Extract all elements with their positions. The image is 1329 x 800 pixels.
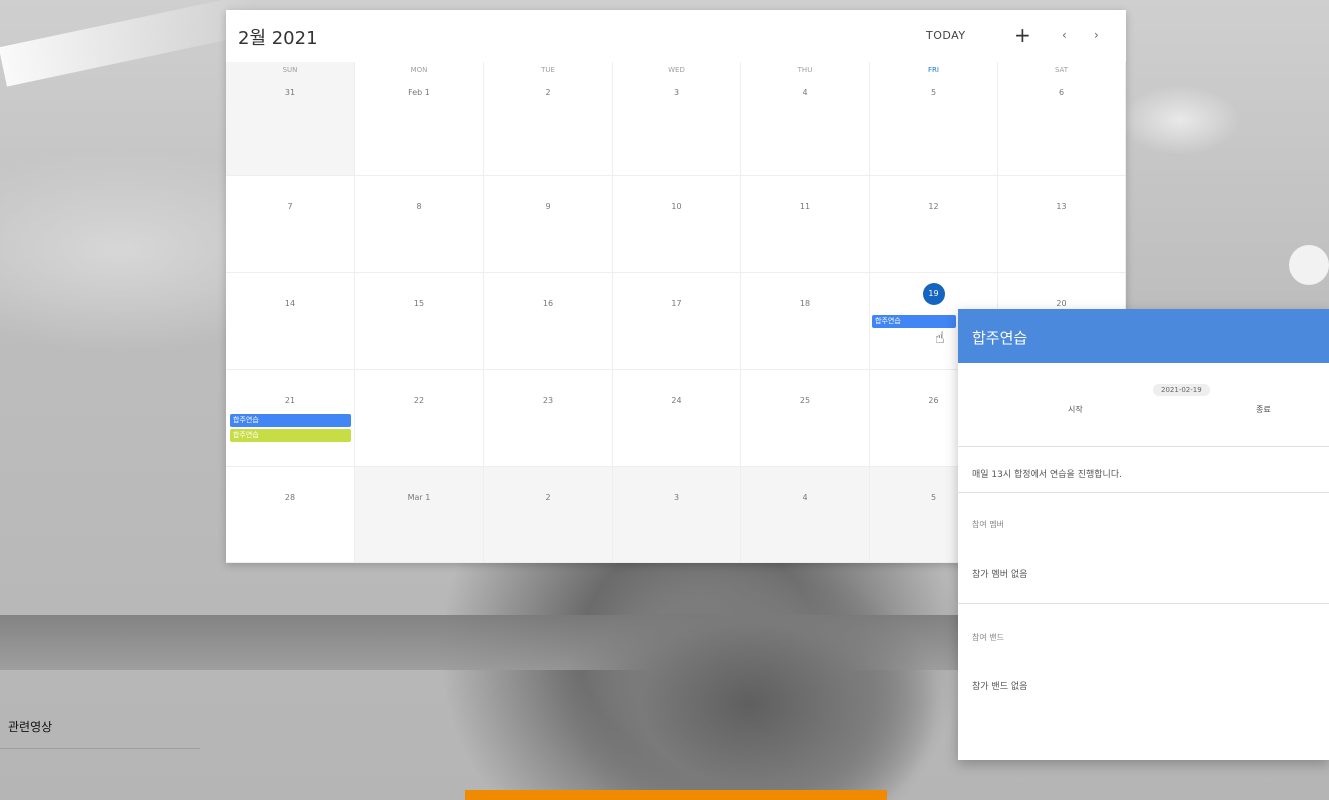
add-event-icon[interactable]: + bbox=[1014, 23, 1031, 47]
day-cell[interactable]: TUE 2 bbox=[484, 62, 613, 176]
bottom-divider bbox=[0, 748, 200, 749]
day-number: 13 bbox=[1056, 202, 1067, 211]
members-empty-text: 참가 멤버 없음 bbox=[972, 570, 1028, 580]
day-cell[interactable]: FRI 5 bbox=[870, 62, 998, 176]
event-description: 매일 13시 합정에서 연습을 진행합니다. bbox=[972, 470, 1122, 480]
bands-section-title: 참여 밴드 bbox=[972, 633, 1004, 642]
day-number: 17 bbox=[671, 299, 682, 308]
event-chip[interactable]: 합주연습 bbox=[230, 429, 351, 442]
day-number: 10 bbox=[671, 202, 682, 211]
day-cell[interactable]: SAT 6 bbox=[998, 62, 1126, 176]
orange-action-bar[interactable] bbox=[465, 790, 887, 800]
event-date-badge: 2021-02-19 bbox=[1153, 384, 1210, 396]
day-cell[interactable]: 18 bbox=[741, 273, 870, 370]
day-cell[interactable]: 17 bbox=[613, 273, 741, 370]
day-cell[interactable]: 9 bbox=[484, 176, 613, 273]
day-cell[interactable]: WED 3 bbox=[613, 62, 741, 176]
day-cell[interactable]: 11 bbox=[741, 176, 870, 273]
day-number: 8 bbox=[416, 202, 422, 211]
day-number: 25 bbox=[799, 396, 811, 405]
day-number: 31 bbox=[284, 88, 296, 97]
event-time-row: 시작 2021-02-19 종료 bbox=[958, 364, 1329, 447]
day-number: 18 bbox=[799, 299, 811, 308]
day-cell[interactable]: 14 bbox=[226, 273, 355, 370]
day-cell[interactable]: 15 bbox=[355, 273, 484, 370]
start-label: 시작 bbox=[1068, 405, 1083, 414]
light-streak bbox=[0, 0, 262, 87]
weekday-label: TUE bbox=[541, 66, 555, 74]
day-number: Mar 1 bbox=[407, 493, 431, 502]
end-label: 종료 bbox=[1256, 405, 1271, 414]
day-cell[interactable]: 16 bbox=[484, 273, 613, 370]
day-cell[interactable]: 7 bbox=[226, 176, 355, 273]
day-number: Feb 1 bbox=[408, 88, 430, 97]
divider bbox=[958, 492, 1329, 493]
day-number: 23 bbox=[542, 396, 554, 405]
event-title: 합주연습 bbox=[972, 329, 1028, 347]
event-detail-popover: 합주연습 시작 2021-02-19 종료 매일 13시 합정에서 연습을 진행… bbox=[958, 309, 1329, 760]
event-chip[interactable]: 합주연습 bbox=[872, 315, 956, 328]
day-cell[interactable]: 10 bbox=[613, 176, 741, 273]
day-number: 6 bbox=[1058, 88, 1065, 97]
members-section-title: 참여 멤버 bbox=[972, 520, 1004, 529]
day-cell[interactable]: 12 bbox=[870, 176, 998, 273]
calendar-header: 2월 2021 TODAY + ‹ › bbox=[226, 10, 1126, 62]
day-cell[interactable]: 13 bbox=[998, 176, 1126, 273]
divider bbox=[958, 603, 1329, 604]
day-number: 22 bbox=[413, 396, 425, 405]
day-number: 21 bbox=[284, 396, 296, 405]
day-cell[interactable]: 28 bbox=[226, 467, 355, 563]
weekday-label: SAT bbox=[1054, 66, 1069, 74]
day-number: 7 bbox=[287, 202, 293, 211]
performer-silhouette bbox=[560, 560, 940, 800]
weekday-label: SUN bbox=[282, 66, 298, 74]
day-cell[interactable]: SUN 31 bbox=[226, 62, 355, 176]
day-cell[interactable]: MON Feb 1 bbox=[355, 62, 484, 176]
hand-cursor-icon: ☝ bbox=[935, 328, 945, 347]
day-number: 9 bbox=[545, 202, 551, 211]
day-number: 14 bbox=[284, 299, 296, 308]
day-number: 28 bbox=[284, 493, 296, 502]
day-number: 2 bbox=[545, 88, 551, 97]
day-number: 11 bbox=[799, 202, 811, 211]
today-button[interactable]: TODAY bbox=[926, 29, 966, 42]
day-number: 4 bbox=[802, 493, 808, 502]
day-number: 15 bbox=[413, 299, 425, 308]
day-cell[interactable]: 4 bbox=[741, 467, 870, 563]
day-cell[interactable]: 25 bbox=[741, 370, 870, 467]
day-number: 5 bbox=[930, 88, 937, 97]
day-number: 12 bbox=[928, 202, 939, 211]
popover-header: 합주연습 bbox=[958, 309, 1329, 363]
day-cell[interactable]: THU 4 bbox=[741, 62, 870, 176]
day-number: 4 bbox=[802, 88, 808, 97]
day-number: 16 bbox=[542, 299, 554, 308]
related-videos-label: 관련영상 bbox=[8, 720, 53, 734]
day-number: 20 bbox=[1056, 299, 1067, 308]
calendar-month-title: 2월 2021 bbox=[238, 28, 318, 49]
today-day-number: 19 bbox=[922, 283, 945, 305]
day-cell[interactable]: 3 bbox=[613, 467, 741, 563]
light-blob bbox=[1289, 245, 1329, 285]
day-number: 3 bbox=[673, 493, 680, 502]
day-cell[interactable]: 2 bbox=[484, 467, 613, 563]
day-cell[interactable]: 23 bbox=[484, 370, 613, 467]
day-cell[interactable]: 21 합주연습 합주연습 bbox=[226, 370, 355, 467]
day-number: 2 bbox=[545, 493, 551, 502]
weekday-label: FRI bbox=[928, 66, 939, 74]
weekday-label: THU bbox=[797, 66, 813, 74]
weekday-label: WED bbox=[668, 66, 685, 74]
next-month-icon[interactable]: › bbox=[1094, 28, 1099, 42]
bands-empty-text: 참가 밴드 없음 bbox=[972, 682, 1028, 692]
weekday-label: MON bbox=[410, 66, 428, 74]
day-cell[interactable]: Mar 1 bbox=[355, 467, 484, 563]
day-cell[interactable]: 22 bbox=[355, 370, 484, 467]
event-chip[interactable]: 합주연습 bbox=[230, 414, 351, 427]
day-cell[interactable]: 24 bbox=[613, 370, 741, 467]
day-cell[interactable]: 8 bbox=[355, 176, 484, 273]
day-number: 3 bbox=[673, 88, 680, 97]
day-number: 24 bbox=[671, 396, 682, 405]
prev-month-icon[interactable]: ‹ bbox=[1062, 28, 1067, 42]
